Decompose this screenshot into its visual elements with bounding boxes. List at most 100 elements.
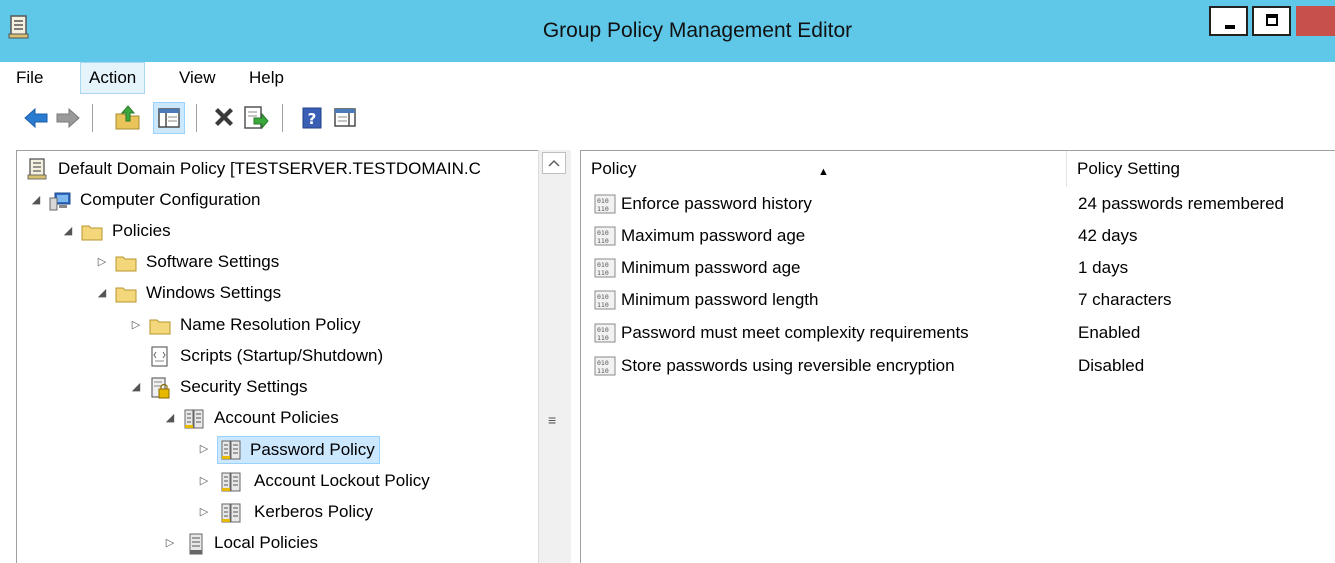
title-bar[interactable]: Group Policy Management Editor (0, 0, 1335, 62)
policy-setting-value: 42 days (1078, 226, 1138, 245)
tree-scrollbar[interactable]: ≡ (538, 150, 571, 563)
svg-text:010: 010 (597, 229, 609, 237)
collapsed-arrow-icon[interactable]: ▷ (129, 310, 143, 340)
help-button[interactable]: ? (296, 102, 328, 134)
column-header-policy[interactable]: Policy ▲ (581, 151, 1067, 187)
policy-container-icon (189, 533, 203, 555)
scroll-up-button[interactable] (542, 152, 566, 174)
list-row-maximum-password-age[interactable]: 010 110 Maximum password age 42 days (581, 220, 1335, 252)
policy-container-icon (184, 409, 204, 429)
tree-item-name-resolution-policy[interactable]: ▷ Name Resolution Policy (17, 310, 537, 340)
show-hide-console-tree-button[interactable] (153, 102, 185, 134)
policy-setting-icon: 010 110 (594, 194, 616, 214)
toolbar-separator (92, 104, 93, 132)
help-icon: ? (302, 107, 322, 129)
show-hide-action-pane-button[interactable] (330, 102, 362, 134)
tree-item-scripts[interactable]: Scripts (Startup/Shutdown) (17, 341, 537, 371)
collapsed-arrow-icon[interactable]: ▷ (197, 497, 211, 527)
menu-help[interactable]: Help (241, 62, 292, 94)
svg-text:010: 010 (597, 261, 609, 269)
policy-setting-value: 7 characters (1078, 290, 1172, 309)
column-header-label: Policy Setting (1077, 159, 1180, 178)
minimize-button[interactable] (1209, 6, 1248, 36)
list-row-minimum-password-age[interactable]: 010 110 Minimum password age 1 days (581, 252, 1335, 284)
maximize-icon (1266, 14, 1278, 26)
tree-item-label: Scripts (Startup/Shutdown) (180, 346, 384, 365)
scroll-thumb-grip-icon[interactable]: ≡ (548, 412, 556, 428)
expanded-arrow-icon[interactable]: ◢ (61, 216, 75, 246)
tree-item-label: Computer Configuration (80, 190, 261, 209)
folder-icon (115, 287, 137, 303)
policy-container-icon (221, 440, 241, 460)
collapsed-arrow-icon[interactable]: ▷ (197, 466, 211, 496)
forward-icon (56, 107, 80, 129)
expanded-arrow-icon[interactable]: ◢ (129, 372, 143, 402)
svg-text:010: 010 (597, 197, 609, 205)
collapsed-arrow-icon[interactable]: ▷ (95, 247, 109, 277)
policy-setting-icon: 010 110 (594, 323, 616, 343)
column-header-label: Policy (591, 159, 637, 178)
menu-file[interactable]: File (8, 62, 51, 94)
security-settings-icon (151, 377, 170, 399)
close-button[interactable] (1296, 6, 1335, 36)
list-row-enforce-password-history[interactable]: 010 110 Enforce password history 24 pass… (581, 188, 1335, 220)
tree-item-local-policies[interactable]: ▷ Local Policies (17, 528, 537, 558)
policy-setting-icon: 010 110 (594, 258, 616, 278)
tree-item-security-settings[interactable]: ◢ Security Settings (17, 372, 537, 402)
policy-name: Minimum password length (621, 290, 819, 309)
tree-item-label: Account Lockout Policy (254, 471, 430, 490)
back-button[interactable] (20, 102, 52, 134)
tree-item-label: Local Policies (214, 533, 318, 552)
tree-item-label: Kerberos Policy (254, 502, 374, 521)
toolbar: ? (0, 94, 1335, 144)
tree-item-policies[interactable]: ◢ Policies (17, 216, 537, 246)
menu-view[interactable]: View (171, 62, 224, 94)
policy-list-view[interactable]: Policy ▲ Policy Setting 010 110 Enforce … (580, 150, 1335, 563)
tree-item-account-policies[interactable]: ◢ Account Policies (17, 403, 537, 433)
svg-text:?: ? (308, 110, 317, 128)
tree-item-kerberos-policy[interactable]: ▷ Kerberos Policy (17, 497, 537, 527)
list-row-minimum-password-length[interactable]: 010 110 Minimum password length 7 charac… (581, 284, 1335, 316)
policy-setting-icon: 010 110 (594, 226, 616, 246)
policy-name: Enforce password history (621, 194, 812, 213)
tree-item-windows-settings[interactable]: ◢ Windows Settings (17, 278, 537, 308)
up-folder-button[interactable] (112, 102, 144, 134)
tree-item-account-lockout-policy[interactable]: ▷ Account Lockout Policy (17, 466, 537, 496)
expanded-arrow-icon[interactable]: ◢ (29, 185, 43, 215)
chevron-up-icon (548, 159, 560, 167)
expanded-arrow-icon[interactable]: ◢ (95, 278, 109, 308)
computer-icon (49, 192, 71, 211)
tree-item-password-policy[interactable]: ▷ Password Policy (17, 434, 537, 464)
tree-item-label: Policies (112, 221, 171, 240)
expanded-arrow-icon[interactable]: ◢ (163, 403, 177, 433)
maximize-button[interactable] (1252, 6, 1291, 36)
svg-text:110: 110 (597, 334, 609, 342)
policy-name: Store passwords using reversible encrypt… (621, 356, 955, 375)
collapsed-arrow-icon[interactable]: ▷ (197, 434, 211, 464)
delete-button[interactable] (208, 102, 240, 134)
minimize-icon (1225, 25, 1235, 29)
svg-text:110: 110 (597, 301, 609, 309)
collapsed-arrow-icon[interactable]: ▷ (163, 528, 177, 558)
toolbar-separator (196, 104, 197, 132)
list-row-reversible-encryption[interactable]: 010 110 Store passwords using reversible… (581, 350, 1335, 382)
menu-action[interactable]: Action (80, 62, 146, 94)
script-icon (151, 346, 168, 367)
forward-button[interactable] (52, 102, 84, 134)
tree-item-computer-configuration[interactable]: ◢ Computer Configuration (17, 185, 537, 215)
tree-root-label: Default Domain Policy [TESTSERVER.TESTDO… (58, 159, 481, 178)
tree-item-label: Account Policies (214, 408, 339, 427)
column-header-policy-setting[interactable]: Policy Setting (1067, 151, 1335, 187)
export-list-button[interactable] (240, 102, 272, 134)
tree-root[interactable]: Default Domain Policy [TESTSERVER.TESTDO… (25, 154, 484, 184)
console-tree[interactable]: Default Domain Policy [TESTSERVER.TESTDO… (16, 150, 571, 563)
tree-item-label: Name Resolution Policy (180, 315, 361, 334)
svg-text:010: 010 (597, 359, 609, 367)
list-row-password-complexity[interactable]: 010 110 Password must meet complexity re… (581, 317, 1335, 349)
sort-ascending-icon: ▲ (818, 166, 829, 178)
delete-icon (215, 108, 233, 126)
tree-item-software-settings[interactable]: ▷ Software Settings (17, 247, 537, 277)
show-hide-console-tree-icon (158, 108, 180, 128)
window-title: Group Policy Management Editor (542, 19, 853, 42)
folder-icon (115, 256, 137, 272)
